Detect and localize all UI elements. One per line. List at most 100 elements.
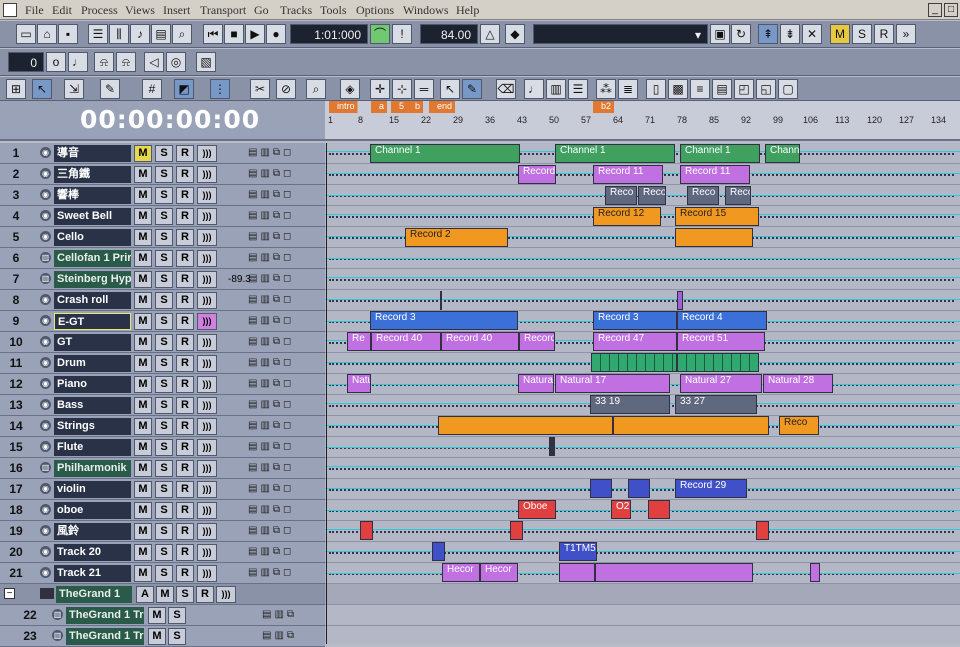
track-options-icon[interactable]: ▤▥⧉ (262, 630, 297, 641)
track-name[interactable]: Strings (54, 418, 131, 435)
scissors-icon[interactable]: ✂ (250, 79, 270, 99)
console-icon[interactable]: ▤ (151, 24, 171, 44)
clip[interactable] (360, 521, 373, 540)
record-global-button[interactable]: R (874, 24, 894, 44)
clip[interactable]: Record 51 (677, 332, 765, 351)
track-type-icon[interactable]: ◉ (40, 189, 51, 200)
clip[interactable] (432, 542, 445, 561)
collapse-icon[interactable]: − (4, 588, 15, 599)
menu-go[interactable]: Go (254, 3, 269, 18)
panel-a-icon[interactable]: ▯ (646, 79, 666, 99)
loop-icon[interactable]: ↻ (731, 24, 751, 44)
track-options-icon[interactable]: ▤▥⧉◻ (248, 483, 294, 494)
record-icon[interactable]: ● (266, 24, 286, 44)
mute-button[interactable]: M (134, 292, 152, 309)
track-type-icon[interactable]: ◉ (40, 441, 51, 452)
track-options-icon[interactable]: ▤▥⧉◻ (248, 357, 294, 368)
clip[interactable]: Channel 1 (680, 144, 760, 163)
save-icon[interactable]: ▪ (58, 24, 78, 44)
menu-edit[interactable]: Edit (52, 3, 72, 18)
record-arm-button[interactable]: R (176, 418, 194, 435)
solo-global-button[interactable]: S (852, 24, 872, 44)
track-options-icon[interactable]: ▤▥⧉◻ (248, 189, 294, 200)
clip[interactable] (675, 228, 753, 247)
marker-intro[interactable]: intro (329, 101, 358, 113)
solo-button[interactable]: S (176, 586, 194, 603)
note-o-icon[interactable]: o (46, 52, 66, 72)
mute-global-button[interactable]: M (830, 24, 850, 44)
solo-button[interactable]: S (155, 334, 173, 351)
clip[interactable]: Re (347, 332, 371, 351)
monitor-icon[interactable]: ))) (197, 145, 217, 162)
speaker-icon[interactable]: ◁ (144, 52, 164, 72)
menu-views[interactable]: Views (125, 3, 155, 18)
monitor-icon[interactable]: ))) (197, 250, 217, 267)
track-options-icon[interactable]: ▤▥⧉◻ (248, 315, 294, 326)
monitor-icon[interactable]: ))) (197, 271, 217, 288)
record-arm-button[interactable]: R (176, 292, 194, 309)
monitor-icon[interactable]: ))) (197, 460, 217, 477)
clip[interactable] (510, 521, 523, 540)
marker-a[interactable]: a (371, 101, 388, 113)
monitor-icon[interactable]: ))) (197, 166, 217, 183)
track-options-icon[interactable]: ▤▥⧉◻ (248, 294, 294, 305)
track-options-icon[interactable]: ▤▥⧉◻ (248, 147, 294, 158)
solo-button[interactable]: S (155, 187, 173, 204)
mute-button[interactable]: M (134, 250, 152, 267)
tempo-icon[interactable]: △ (480, 24, 500, 44)
track-options-icon[interactable]: ▤▥⧉◻ (248, 441, 294, 452)
record-arm-button[interactable]: R (176, 187, 194, 204)
clip[interactable]: Hecor (480, 563, 518, 582)
audition-icon[interactable]: ◈ (340, 79, 360, 99)
solo-button[interactable]: S (155, 418, 173, 435)
solo-button[interactable]: S (155, 544, 173, 561)
mute-button[interactable]: M (134, 271, 152, 288)
panel-e-icon[interactable]: ◰ (734, 79, 754, 99)
list-icon[interactable]: ≣ (618, 79, 638, 99)
track-name[interactable]: Cellofan 1 Prir (54, 250, 131, 267)
view-list-icon[interactable]: ☰ (568, 79, 588, 99)
app-icon[interactable] (3, 3, 17, 17)
track-type-icon[interactable]: ◉ (40, 525, 51, 536)
track-name[interactable]: 響棒 (54, 187, 131, 204)
clip[interactable]: Record 40 (441, 332, 519, 351)
track-options-icon[interactable]: ▤▥⧉◻ (248, 210, 294, 221)
record-arm-button[interactable]: R (176, 271, 194, 288)
track-row[interactable]: 17 ◉ violin M S R ))) ▤▥⧉◻ (0, 479, 325, 500)
alert-icon[interactable]: ! (392, 24, 412, 44)
clip[interactable]: Record 4 (677, 311, 767, 330)
solo-button[interactable]: S (155, 565, 173, 582)
align-icon[interactable]: ⊹ (392, 79, 412, 99)
snap-icon[interactable]: ◩ (174, 79, 194, 99)
mute-tool-icon[interactable]: ⊘ (276, 79, 296, 99)
track-options-icon[interactable]: ▤▥⧉◻ (248, 336, 294, 347)
monitor-icon[interactable]: ))) (197, 355, 217, 372)
track-type-icon[interactable]: ◉ (40, 210, 51, 221)
clip[interactable]: Reco (687, 186, 719, 205)
clip[interactable] (677, 291, 683, 310)
track-type-icon[interactable]: ◉ (40, 567, 51, 578)
track-name[interactable]: Bass (54, 397, 131, 414)
track-row[interactable]: 5 ◉ Cello M S R ))) ▤▥⧉◻ (0, 227, 325, 248)
track-options-icon[interactable]: ▤▥⧉◻ (248, 567, 294, 578)
track-row[interactable]: 4 ◉ Sweet Bell M S R ))) ▤▥⧉◻ (0, 206, 325, 227)
mute-button[interactable]: M (134, 166, 152, 183)
track-name[interactable]: 風鈴 (54, 523, 131, 540)
monitor-icon[interactable]: ))) (197, 502, 217, 519)
track-options-icon[interactable]: ▤▥⧉◻ (248, 252, 294, 263)
mute-button[interactable]: M (148, 628, 166, 645)
record-arm-button[interactable]: R (176, 544, 194, 561)
insert-track-icon[interactable]: ⊞ (6, 79, 26, 99)
menu-transport[interactable]: Transport (200, 3, 246, 18)
panel-g-icon[interactable]: ▢ (778, 79, 798, 99)
clip[interactable]: Natu (347, 374, 371, 393)
auto-icon[interactable]: ⇞ (758, 24, 778, 44)
track-row[interactable]: 2 ◉ 三角鐵 M S R ))) ▤▥⧉◻ (0, 164, 325, 185)
record-arm-button[interactable]: R (176, 439, 194, 456)
play-icon[interactable]: ▶ (245, 24, 265, 44)
track-row[interactable]: 6 ▥ Cellofan 1 Prir M S R ))) ▤▥⧉◻ (0, 248, 325, 269)
track-name[interactable]: E-GT (54, 313, 131, 330)
open-icon[interactable]: ⌂ (37, 24, 57, 44)
clip[interactable]: Record 2 (405, 228, 508, 247)
clip[interactable] (591, 353, 677, 372)
